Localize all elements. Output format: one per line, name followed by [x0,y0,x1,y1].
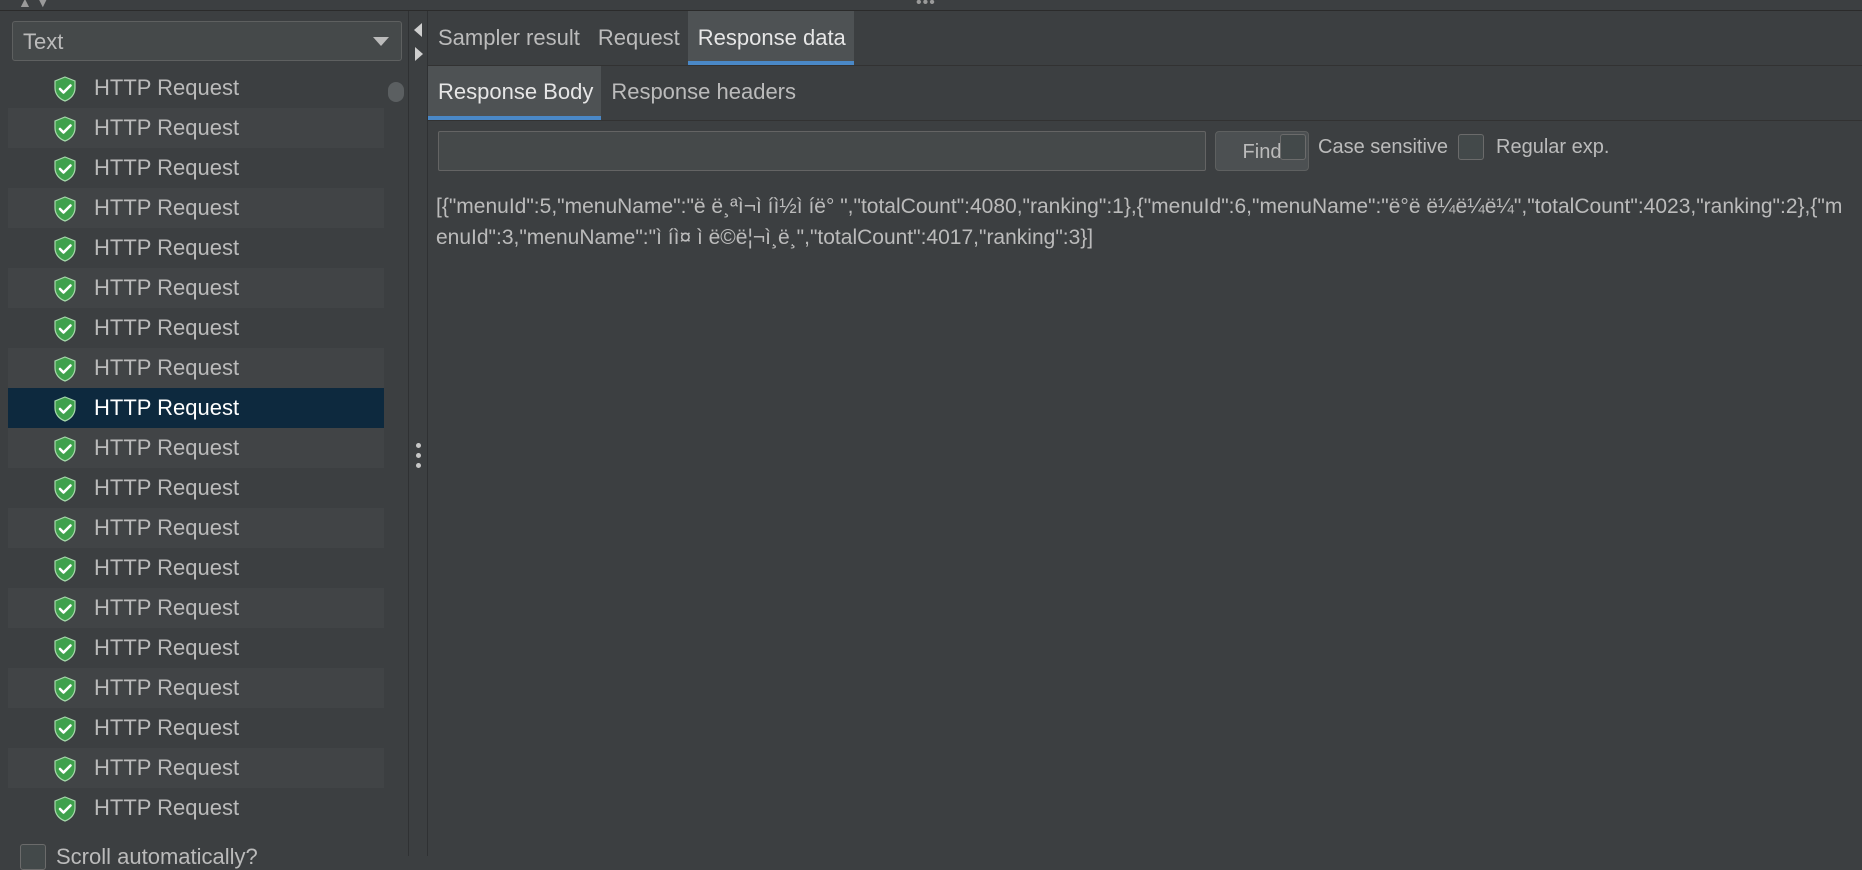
top-toolbar: ▲▼ ••• [0,0,1862,11]
success-shield-icon [52,396,78,422]
tab-response-headers[interactable]: Response headers [601,66,804,120]
tree-item-label: HTTP Request [94,235,240,260]
scroll-automatically-label: Scroll automatically? [56,844,258,869]
scroll-automatically-checkbox[interactable]: Scroll automatically? [20,844,258,870]
tree-item[interactable]: HTTP Request [8,628,384,668]
tab-response-data[interactable]: Response data [687,11,854,65]
collapse-left-icon[interactable] [414,23,422,37]
success-shield-icon [52,716,78,742]
success-shield-icon [52,76,78,102]
regular-exp-label: Regular exp. [1496,135,1610,158]
response-body-text: [{"menuId":5,"menuName":"ë ë¸ªì¬ì íì½ì í… [436,195,1843,249]
success-shield-icon [52,156,78,182]
success-shield-icon [52,516,78,542]
tree-item[interactable]: HTTP Request [8,268,384,308]
search-input[interactable] [438,131,1206,171]
tree-item-label: HTTP Request [94,155,240,180]
success-shield-icon [52,556,78,582]
tab-response-body[interactable]: Response Body [428,66,602,120]
success-shield-icon [52,476,78,502]
tree-item-label: HTTP Request [94,755,240,780]
chevron-down-icon [373,37,389,46]
tree-item-label: HTTP Request [94,115,240,140]
collapse-right-icon[interactable] [415,47,423,61]
collapse-arrows-icon[interactable]: ▲▼ [18,0,54,10]
success-shield-icon [52,316,78,342]
tree-item-label: HTTP Request [94,795,240,820]
drag-handle-icon[interactable] [416,443,422,473]
success-shield-icon [52,436,78,462]
tree-item[interactable]: HTTP Request [8,428,384,468]
success-shield-icon [52,796,78,822]
tree-item[interactable]: HTTP Request [8,148,384,188]
success-shield-icon [52,636,78,662]
tree-item[interactable]: HTTP Request [8,468,384,508]
regular-exp-checkbox[interactable]: Regular exp. [1458,134,1609,160]
tree-item[interactable]: HTTP Request [8,508,384,548]
tree-item-label: HTTP Request [94,675,240,700]
checkbox-box[interactable] [1458,134,1484,160]
tree-item-label: HTTP Request [94,315,240,340]
tree-item-label: HTTP Request [94,595,240,620]
case-sensitive-checkbox[interactable]: Case sensitive [1280,134,1448,160]
tree-item[interactable]: HTTP Request [8,188,384,228]
tree-item[interactable]: HTTP Request [8,228,384,268]
success-shield-icon [52,276,78,302]
tree-item-label: HTTP Request [94,475,240,500]
success-shield-icon [52,676,78,702]
tree-item-label: HTTP Request [94,275,240,300]
tree-item[interactable]: HTTP Request [8,348,384,388]
tree-item-label: HTTP Request [94,715,240,740]
results-tree-panel: Text HTTP Request HTTP Request HTTP Reques… [0,11,408,870]
split-divider[interactable] [408,11,428,856]
tree-item[interactable]: HTTP Request [8,388,384,428]
tree-item[interactable]: HTTP Request [8,68,384,108]
tree-item-label: HTTP Request [94,395,240,420]
tree-item-label: HTTP Request [94,635,240,660]
success-shield-icon [52,196,78,222]
tree-item-label: HTTP Request [94,195,240,220]
checkbox-box[interactable] [20,844,46,870]
main-tabs: Sampler result Request Response data [428,11,854,65]
tree-item[interactable]: HTTP Request [8,548,384,588]
tree-item[interactable]: HTTP Request [8,788,384,828]
renderer-select-value: Text [23,29,64,54]
results-tree: HTTP Request HTTP Request HTTP Request HTTP… [8,68,384,838]
tree-item-label: HTTP Request [94,75,240,100]
tree-item[interactable]: HTTP Request [8,588,384,628]
success-shield-icon [52,116,78,142]
case-sensitive-label: Case sensitive [1318,135,1449,158]
tab-sampler-result[interactable]: Sampler result [428,11,588,65]
success-shield-icon [52,756,78,782]
tree-item[interactable]: HTTP Request [8,108,384,148]
tab-divider [428,120,1862,121]
success-shield-icon [52,356,78,382]
success-shield-icon [52,236,78,262]
checkbox-box[interactable] [1280,134,1306,160]
success-shield-icon [52,596,78,622]
tree-item-label: HTTP Request [94,435,240,460]
renderer-select[interactable]: Text [12,21,402,61]
tree-item[interactable]: HTTP Request [8,748,384,788]
tree-item-label: HTTP Request [94,355,240,380]
tab-request[interactable]: Request [588,11,688,65]
tree-item[interactable]: HTTP Request [8,308,384,348]
result-details-panel: Sampler result Request Response data Res… [428,11,1862,856]
response-tabs: Response Body Response headers [428,66,804,120]
tree-item-label: HTTP Request [94,555,240,580]
tree-item-label: HTTP Request [94,515,240,540]
tree-item[interactable]: HTTP Request [8,708,384,748]
tree-item[interactable]: HTTP Request [8,668,384,708]
tree-scrollbar[interactable] [388,82,404,102]
